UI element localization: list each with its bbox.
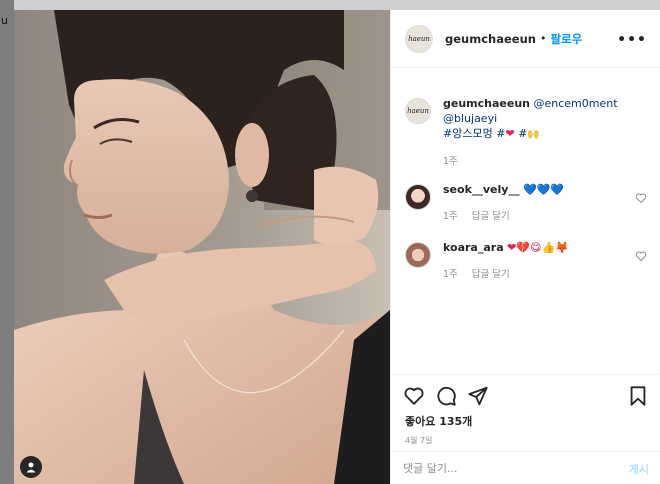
user-tag-button[interactable] <box>20 456 42 478</box>
comment-row: seok__vely__ 💙💙💙 1주 답글 달기 <box>405 182 651 224</box>
comment-input[interactable] <box>403 462 629 475</box>
comment-body: koara_ara ❤💔😋👍🦊 1주 답글 달기 <box>443 240 633 282</box>
post-side-panel: haeun geumchaeeun • 팔로우 ••• haeun geumch… <box>390 10 660 484</box>
post-photo[interactable] <box>14 10 390 484</box>
post-header: haeun geumchaeeun • 팔로우 ••• <box>391 10 660 68</box>
commenter-avatar[interactable] <box>405 242 431 268</box>
caption-avatar[interactable]: haeun <box>405 98 431 124</box>
bookmark-save-icon[interactable] <box>627 385 649 407</box>
background-left-strip: u <box>0 0 14 484</box>
comment-text: 💙💙💙 <box>522 183 565 196</box>
comment-meta: 1주 답글 달기 <box>443 209 633 224</box>
comment-bubble-icon[interactable] <box>435 385 457 407</box>
more-options-icon[interactable]: ••• <box>617 32 647 48</box>
comment-meta: 1주 답글 달기 <box>443 267 633 282</box>
comment-row: koara_ara ❤💔😋👍🦊 1주 답글 달기 <box>405 240 651 282</box>
avatar-logo-text: haeun <box>408 34 430 43</box>
action-bar: 좋아요 135개 4월 7일 게시 <box>391 374 660 484</box>
post-date[interactable]: 4월 7일 <box>405 435 432 446</box>
comment-time[interactable]: 1주 <box>443 267 458 282</box>
comment-username[interactable]: seok__vely__ <box>443 183 519 196</box>
share-paper-plane-icon[interactable] <box>467 385 489 407</box>
like-heart-icon[interactable] <box>403 385 425 407</box>
commenter-avatar[interactable] <box>405 184 431 210</box>
likes-count[interactable]: 좋아요 135개 <box>405 413 472 429</box>
hashtag-prefix: # <box>518 127 528 140</box>
hashtag-link[interactable]: #앙스모멍 <box>443 127 493 140</box>
caption-body: geumchaeeun @encem0ment @blujaeyi #앙스모멍 … <box>443 96 633 169</box>
profile-avatar[interactable]: haeun <box>405 24 433 53</box>
hashtag-link[interactable]: #❤ <box>496 127 514 140</box>
avatar-logo-text: haeun <box>407 107 429 115</box>
caption-username[interactable]: geumchaeeun <box>443 97 530 110</box>
raised-hands-emoji: 🙌 <box>527 129 540 140</box>
add-comment-bar: 게시 <box>391 451 660 484</box>
hashtag-link[interactable]: #🙌 <box>518 127 540 140</box>
caption-time[interactable]: 1주 <box>443 154 458 169</box>
portrait-illustration <box>14 10 390 484</box>
comment-time[interactable]: 1주 <box>443 209 458 224</box>
like-comment-heart-icon[interactable] <box>635 192 647 204</box>
comment-username[interactable]: koara_ara <box>443 241 504 254</box>
comment-body: seok__vely__ 💙💙💙 1주 답글 달기 <box>443 182 633 224</box>
header-separator: • <box>539 32 547 45</box>
reply-button[interactable]: 답글 달기 <box>472 209 510 224</box>
mention-link[interactable]: @blujaeyi <box>443 112 497 125</box>
background-fragment-text: u <box>1 14 8 27</box>
comment-text: ❤💔😋👍🦊 <box>507 241 569 254</box>
person-icon <box>26 462 36 473</box>
like-comment-heart-icon[interactable] <box>635 250 647 262</box>
mention-link[interactable]: @encem0ment <box>534 97 618 110</box>
header-username[interactable]: geumchaeeun <box>445 32 536 46</box>
caption-meta: 1주 <box>443 154 633 169</box>
follow-button[interactable]: 팔로우 <box>550 31 582 47</box>
comments-section: haeun geumchaeeun @encem0ment @blujaeyi … <box>391 68 660 374</box>
caption-row: haeun geumchaeeun @encem0ment @blujaeyi … <box>405 96 651 169</box>
background-top-strip <box>14 0 660 10</box>
reply-button[interactable]: 답글 달기 <box>472 267 510 282</box>
red-heart-emoji: ❤ <box>505 127 515 140</box>
post-comment-button[interactable]: 게시 <box>629 461 649 477</box>
